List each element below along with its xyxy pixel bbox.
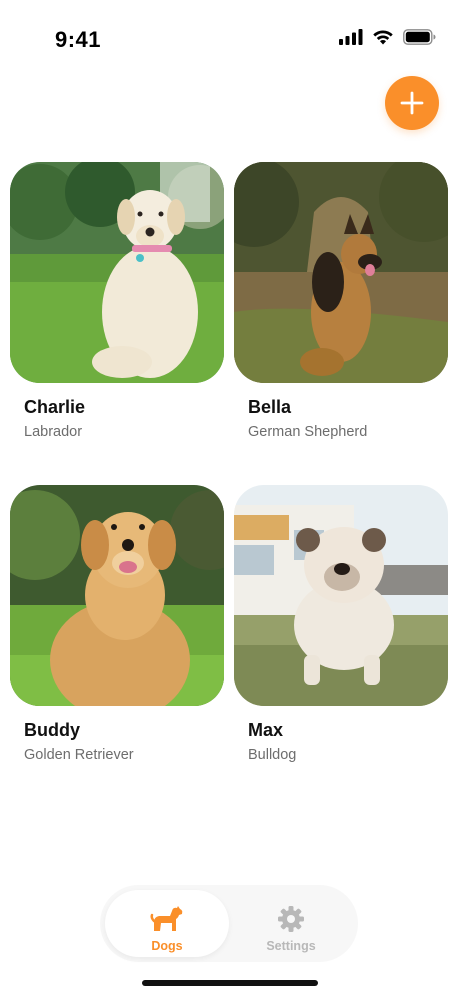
cellular-signal-icon bbox=[339, 29, 363, 45]
dog-card-buddy[interactable]: Buddy Golden Retriever bbox=[10, 485, 224, 763]
tab-dogs[interactable]: Dogs bbox=[105, 890, 229, 957]
tab-bar: Dogs Settings bbox=[100, 885, 358, 962]
status-bar: 9:41 bbox=[0, 0, 458, 80]
dog-name: Max bbox=[248, 720, 284, 740]
dog-breed: Golden Retriever bbox=[24, 747, 134, 763]
tab-label: Settings bbox=[266, 939, 316, 953]
dog-icon bbox=[150, 905, 184, 938]
dog-card-max[interactable]: Max Bulldog bbox=[234, 485, 448, 763]
gear-icon bbox=[277, 905, 305, 938]
battery-icon bbox=[403, 29, 436, 45]
tab-settings[interactable]: Settings bbox=[229, 890, 353, 957]
dog-name: Buddy bbox=[24, 720, 80, 740]
dog-breed: Labrador bbox=[24, 424, 83, 440]
add-dog-button[interactable] bbox=[385, 76, 439, 130]
dog-breed: Bulldog bbox=[248, 747, 297, 763]
dog-name: Bella bbox=[248, 397, 292, 417]
dog-name: Charlie bbox=[24, 397, 86, 417]
wifi-icon bbox=[373, 30, 393, 45]
status-icons bbox=[339, 29, 436, 45]
tab-label: Dogs bbox=[151, 939, 183, 953]
dog-card-bella[interactable]: Bella German Shepherd bbox=[234, 162, 448, 440]
dog-breed: German Shepherd bbox=[248, 424, 368, 440]
dog-card-charlie[interactable]: Charlie Labrador bbox=[10, 162, 224, 440]
plus-icon bbox=[400, 91, 424, 115]
status-time: 9:41 bbox=[55, 27, 102, 52]
dog-photo bbox=[234, 162, 448, 383]
home-indicator bbox=[142, 980, 318, 986]
dog-photo bbox=[10, 485, 224, 706]
dog-photo bbox=[10, 162, 224, 383]
dog-photo bbox=[234, 485, 448, 706]
